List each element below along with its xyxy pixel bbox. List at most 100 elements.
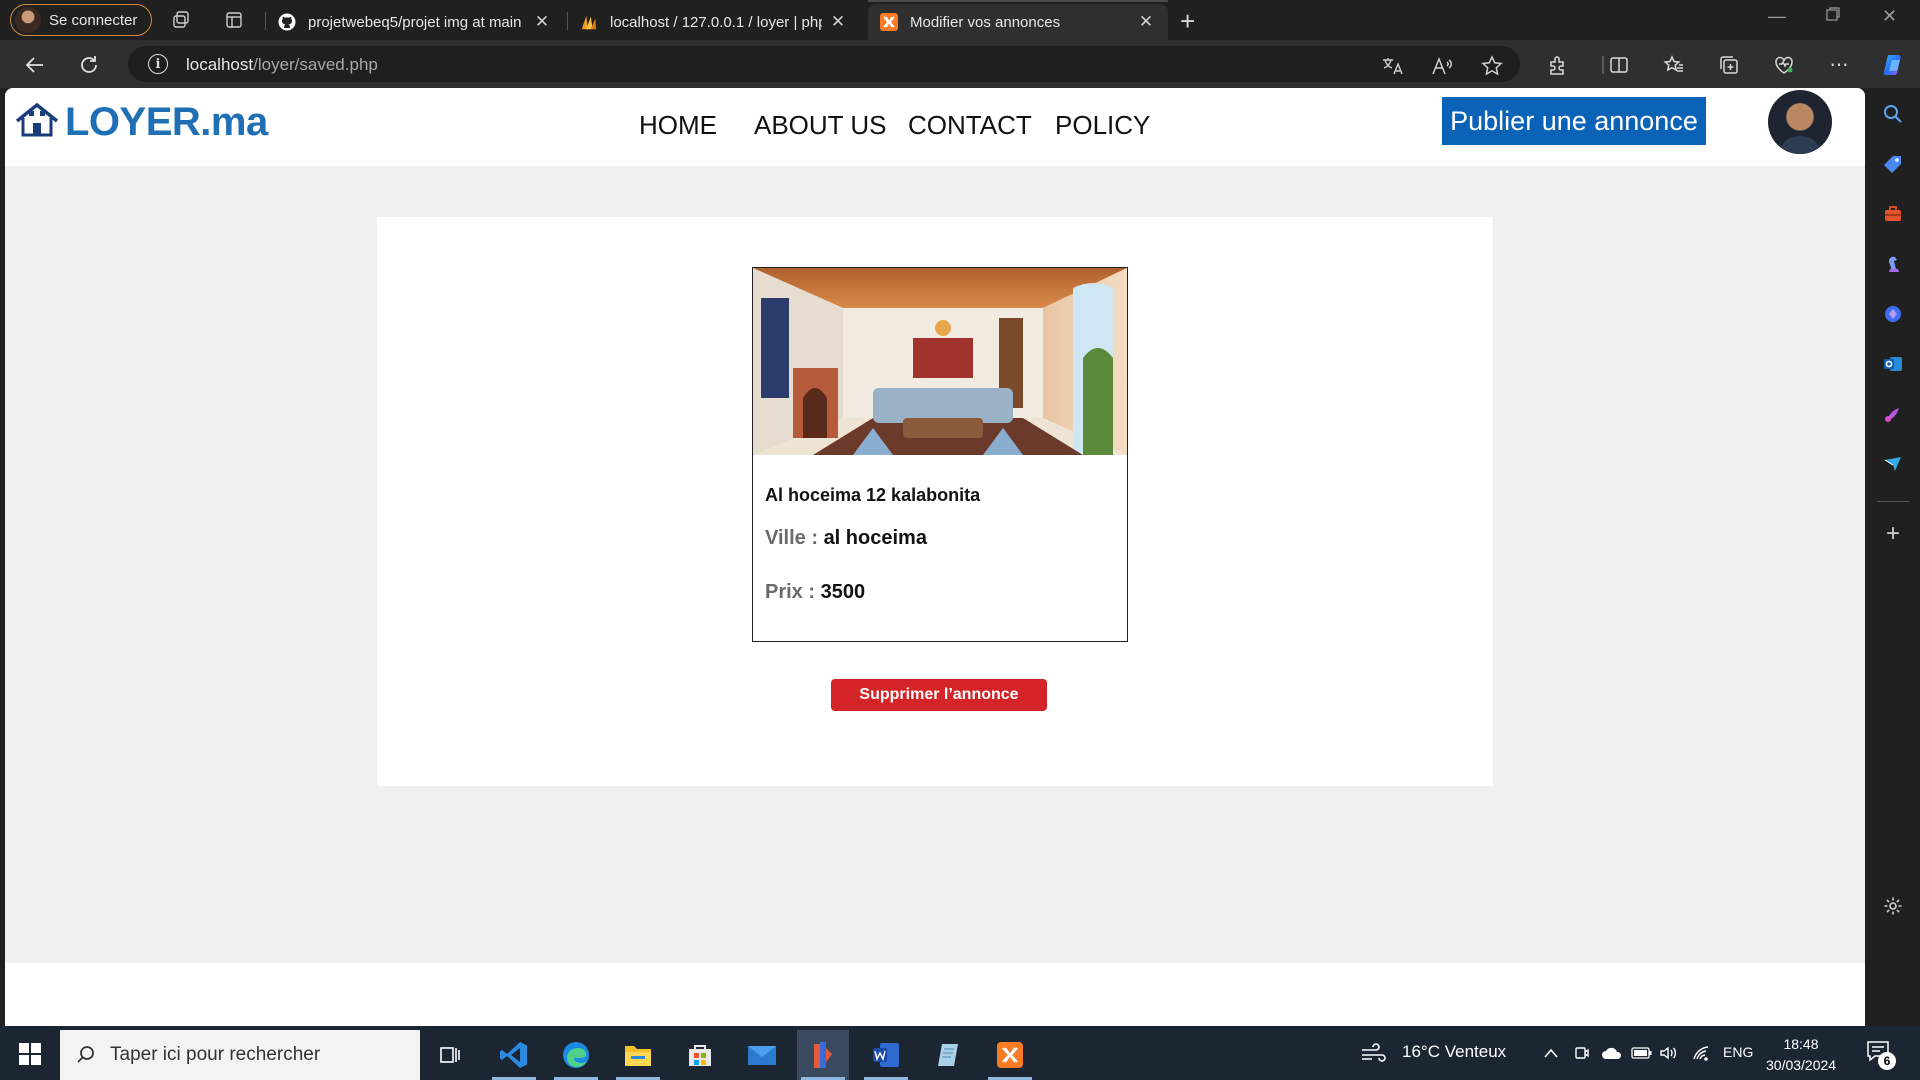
listing-price: Prix : 3500 — [765, 581, 865, 604]
copilot-sidebar-icon[interactable] — [1881, 302, 1905, 326]
city-value: al hoceima — [823, 527, 927, 549]
vscode-icon[interactable] — [488, 1030, 540, 1080]
designer-icon[interactable] — [1881, 402, 1905, 426]
tab-title: localhost / 127.0.0.1 / loyer | phpMyAdm… — [610, 13, 822, 31]
page-viewport: LOYER.ma HOME ABOUT US CONTACT POLICY Pu… — [5, 88, 1865, 1026]
restore-icon[interactable] — [1825, 6, 1841, 27]
collections-icon[interactable] — [1716, 52, 1742, 78]
nav-about-us[interactable]: ABOUT US — [754, 110, 886, 141]
clock-time: 18:48 — [1783, 1036, 1819, 1052]
search-placeholder: Taper ici pour rechercher — [110, 1044, 321, 1065]
store-icon[interactable] — [674, 1030, 726, 1080]
word-icon[interactable] — [860, 1030, 912, 1080]
input-language[interactable]: ENG — [1723, 1044, 1753, 1060]
tab-github[interactable]: projetwebeq5/projet img at main ✕ — [266, 4, 564, 40]
browser-toolbar: i localhost/loyer/saved.php | ⋯ — [0, 40, 1920, 88]
wind-weather-icon[interactable] — [1360, 1043, 1388, 1062]
favorite-star-icon[interactable] — [1480, 54, 1504, 78]
refresh-icon[interactable] — [76, 52, 102, 78]
settings-gear-icon[interactable] — [1881, 894, 1905, 918]
site-info-icon[interactable]: i — [148, 54, 168, 74]
new-tab-icon[interactable]: + — [1180, 6, 1195, 37]
browser-essentials-icon[interactable] — [1771, 52, 1797, 78]
wifi-icon[interactable] — [1692, 1044, 1710, 1062]
windows-start-icon[interactable] — [19, 1043, 41, 1065]
listing-card[interactable]: Al hoceima 12 kalabonita Ville : al hoce… — [752, 267, 1128, 642]
translate-icon[interactable] — [1380, 54, 1404, 78]
battery-icon[interactable] — [1631, 1044, 1653, 1062]
meet-now-icon[interactable] — [1573, 1044, 1591, 1062]
read-aloud-icon[interactable] — [1430, 54, 1454, 78]
minimize-icon[interactable]: — — [1768, 6, 1786, 27]
xampp-icon[interactable] — [984, 1030, 1036, 1080]
shopping-tag-icon[interactable] — [1881, 152, 1905, 176]
weather-text[interactable]: 16°C Venteux — [1402, 1042, 1506, 1062]
profile-avatar — [15, 7, 41, 33]
mail-icon[interactable] — [736, 1030, 788, 1080]
tab-phpmyadmin[interactable]: localhost / 127.0.0.1 / loyer | phpMyAdm… — [568, 4, 860, 40]
notes-icon[interactable] — [922, 1030, 974, 1080]
address-bar[interactable]: i localhost/loyer/saved.php — [128, 46, 1520, 82]
github-icon — [278, 13, 296, 31]
site-header: LOYER.ma HOME ABOUT US CONTACT POLICY Pu… — [5, 88, 1865, 166]
sidebar-separator — [1877, 501, 1909, 502]
price-label: Prix : — [765, 581, 816, 603]
edge-icon[interactable] — [550, 1030, 602, 1080]
search-icon — [74, 1043, 98, 1067]
taskbar-clock[interactable]: 18:48 30/03/2024 — [1766, 1034, 1836, 1076]
show-hidden-icons-icon[interactable] — [1542, 1044, 1560, 1062]
windows-taskbar: Taper ici pour rechercher 16°C Venteux E… — [0, 1026, 1920, 1080]
listing-photo — [753, 268, 1127, 455]
tab-actions-icon[interactable] — [222, 8, 246, 32]
site-footer — [5, 963, 1865, 1026]
notification-center-icon[interactable]: 6 — [1866, 1040, 1896, 1070]
xampp-icon — [880, 13, 898, 31]
back-icon[interactable] — [22, 52, 48, 78]
tab-modifier-annonces[interactable]: Modifier vos annonces ✕ — [868, 0, 1168, 40]
send-icon[interactable] — [1881, 452, 1905, 476]
phpmyadmin-icon — [580, 13, 598, 31]
games-chess-icon[interactable] — [1881, 252, 1905, 276]
file-explorer-icon[interactable] — [612, 1030, 664, 1080]
nav-contact[interactable]: CONTACT — [908, 110, 1032, 141]
window-close-icon[interactable]: ✕ — [1882, 6, 1897, 27]
split-screen-icon[interactable] — [1606, 52, 1632, 78]
onedrive-icon[interactable] — [1601, 1044, 1623, 1062]
task-view-icon[interactable] — [424, 1030, 476, 1080]
delete-listing-button[interactable]: Supprimer l’annonce — [831, 679, 1047, 711]
tools-briefcase-icon[interactable] — [1881, 202, 1905, 226]
edge-sidebar: + — [1865, 88, 1920, 1026]
listing-city: Ville : al hoceima — [765, 527, 927, 550]
nav-policy[interactable]: POLICY — [1055, 110, 1150, 141]
more-options-icon[interactable]: ⋯ — [1826, 52, 1852, 78]
notification-count: 6 — [1878, 1052, 1896, 1070]
tab-title: projetwebeq5/projet img at main — [308, 13, 522, 31]
extensions-icon[interactable] — [1545, 52, 1571, 78]
nav-home[interactable]: HOME — [639, 110, 717, 141]
city-label: Ville : — [765, 527, 818, 549]
close-icon[interactable]: ✕ — [828, 12, 848, 32]
publish-listing-button[interactable]: Publier une annonce — [1442, 97, 1706, 145]
site-logo[interactable]: LOYER.ma — [15, 100, 268, 145]
search-icon[interactable] — [1881, 102, 1905, 126]
browser-tabstrip: Se connecter projetwebeq5/projet img at … — [0, 0, 1920, 40]
copilot-icon[interactable] — [1881, 52, 1907, 78]
taskbar-search[interactable]: Taper ici pour rechercher — [60, 1030, 420, 1080]
address-url[interactable]: localhost/loyer/saved.php — [186, 55, 378, 75]
close-icon[interactable]: ✕ — [532, 12, 552, 32]
profile-label: Se connecter — [49, 11, 138, 29]
house-icon — [15, 101, 59, 144]
tab-title: Modifier vos annonces — [910, 13, 1061, 31]
app-icon[interactable] — [797, 1030, 849, 1080]
volume-icon[interactable] — [1659, 1044, 1677, 1062]
close-icon[interactable]: ✕ — [1136, 12, 1156, 32]
favorites-icon[interactable] — [1661, 52, 1687, 78]
outlook-icon[interactable] — [1881, 352, 1905, 376]
user-avatar[interactable] — [1768, 90, 1832, 154]
listing-title: Al hoceima 12 kalabonita — [765, 485, 981, 505]
saved-listings-panel: Al hoceima 12 kalabonita Ville : al hoce… — [377, 217, 1493, 786]
price-value: 3500 — [820, 581, 866, 603]
add-icon[interactable]: + — [1881, 520, 1905, 547]
workspaces-icon[interactable] — [169, 8, 193, 32]
profile-button[interactable]: Se connecter — [10, 4, 153, 36]
